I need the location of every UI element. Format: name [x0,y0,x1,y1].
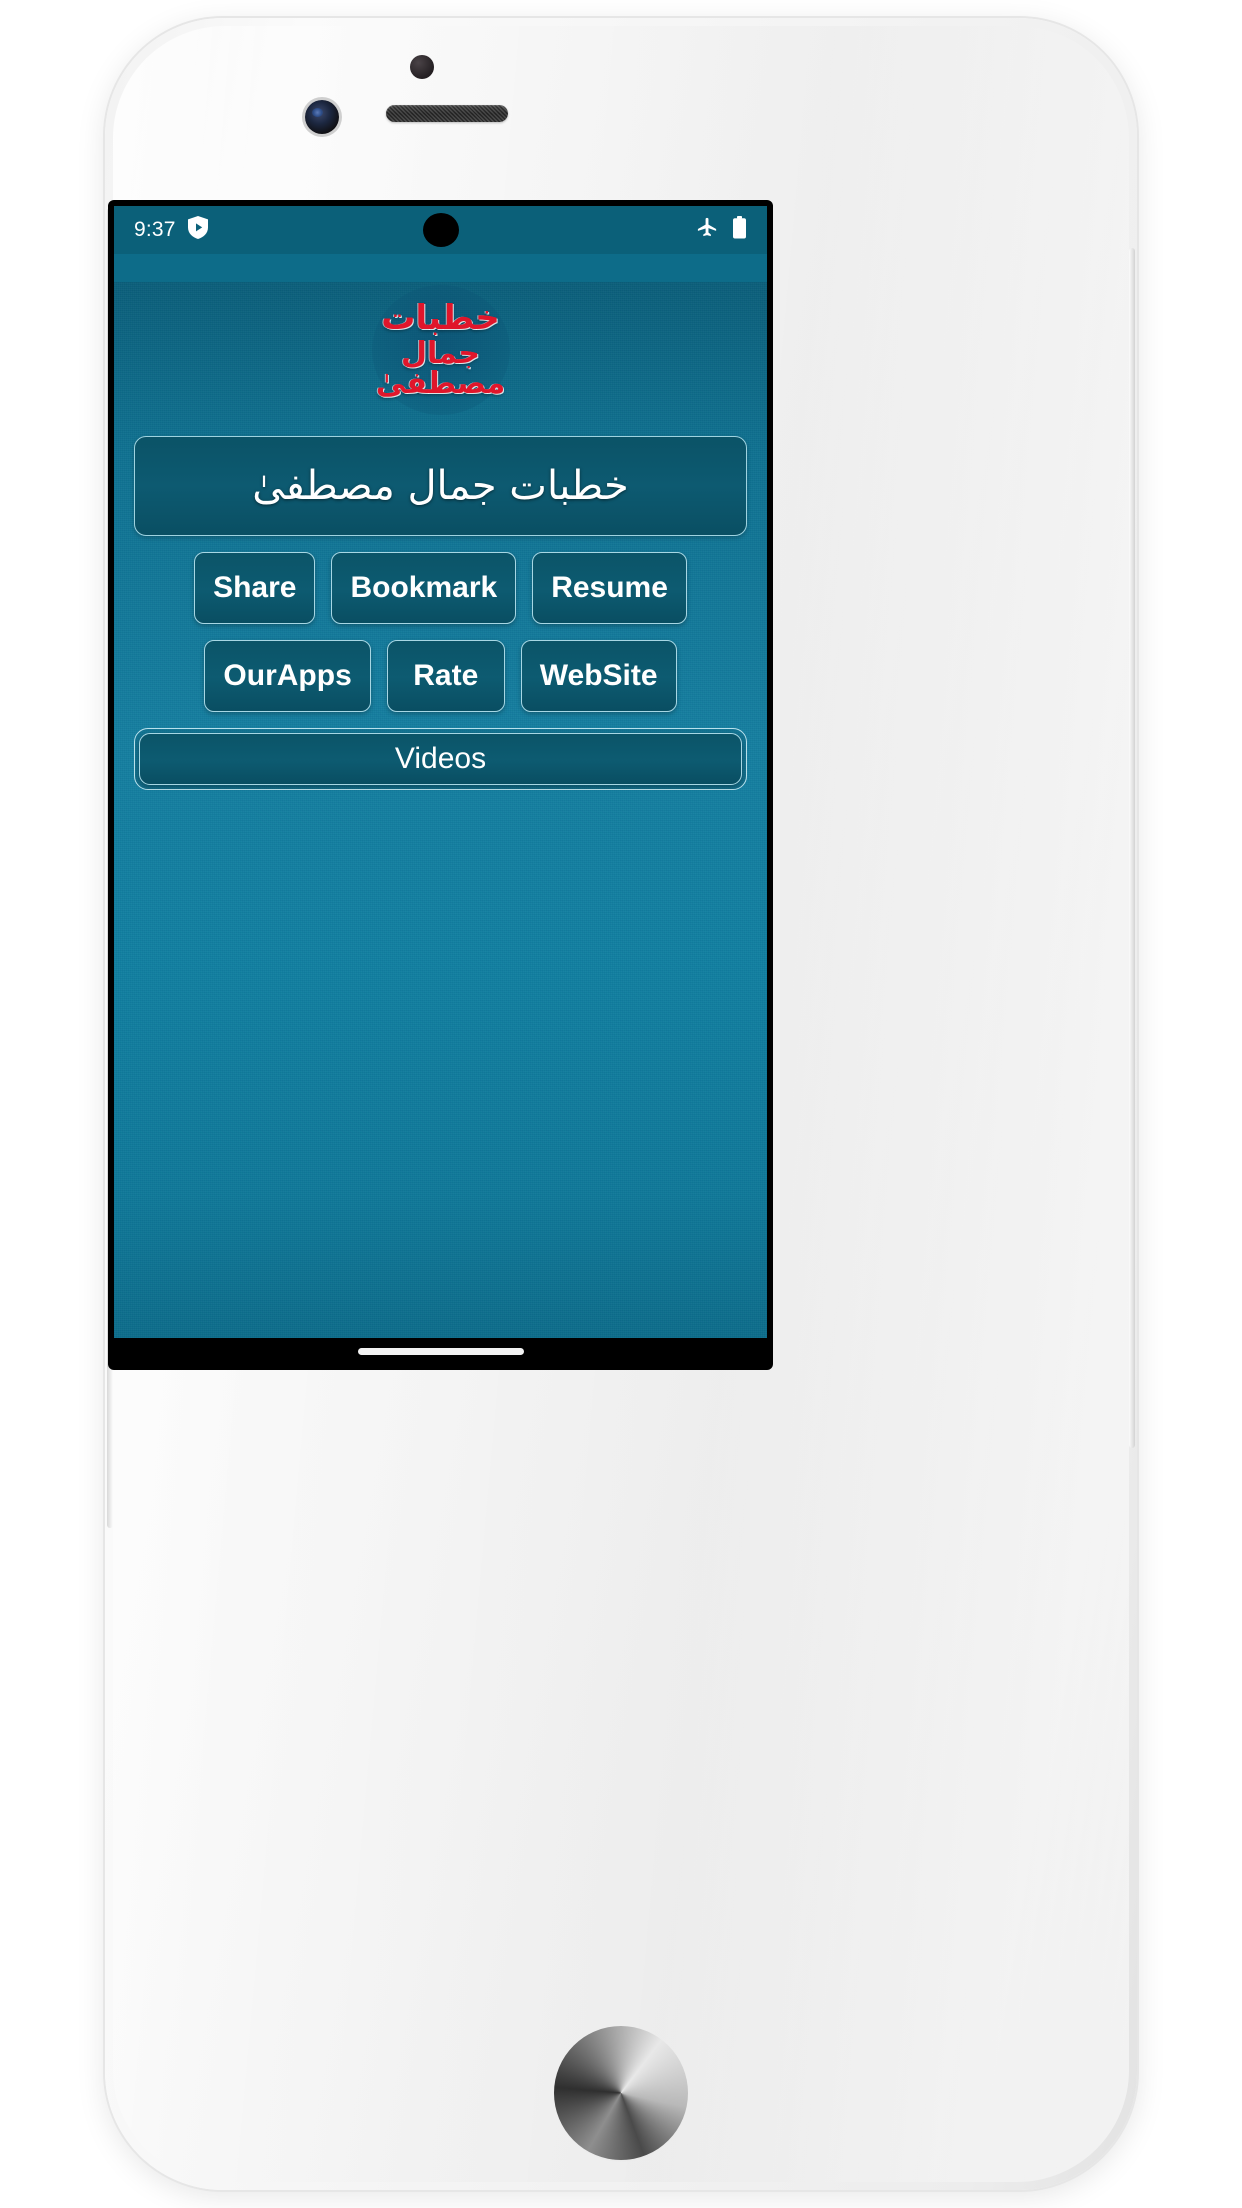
logo-line-2: جمال مصطفیٰ [375,336,506,401]
phone-edge-right [1129,248,1135,1448]
logo-calligraphy: خطبات جمال مصطفیٰ [350,301,532,399]
shield-play-icon [187,216,208,244]
status-bar-clock: 9:37 [134,218,176,241]
videos-button-frame: Videos [134,728,747,790]
resume-button[interactable]: Resume [532,552,687,624]
videos-button[interactable]: Videos [139,733,742,785]
punch-hole-camera-icon [422,213,459,247]
ourapps-button[interactable]: OurApps [204,640,371,712]
status-bar-right [696,216,747,244]
title-banner[interactable]: خطبات جمال مصطفیٰ [134,436,747,536]
share-button[interactable]: Share [194,552,316,624]
title-banner-text: خطبات جمال مصطفیٰ [252,463,629,509]
status-bar: 9:37 [114,206,767,254]
phone-screen: 9:37 خطبات جمال مصطفیٰ خطبات جمال مصطفیٰ… [114,206,767,1338]
button-row-secondary: OurApps Rate WebSite [114,640,767,712]
button-row-primary: Share Bookmark Resume [114,552,767,624]
app-logo: خطبات جمال مصطفیٰ [350,282,532,418]
earpiece-speaker-icon [386,105,508,122]
logo-line-1: خطبات [381,298,500,338]
phone-screen-frame: 9:37 خطبات جمال مصطفیٰ خطبات جمال مصطفیٰ… [108,200,773,1370]
home-button[interactable] [554,2026,688,2160]
front-camera-icon [305,100,339,134]
proximity-sensor-icon [410,55,434,79]
website-button[interactable]: WebSite [520,640,677,712]
gesture-pill-handle[interactable] [357,1347,524,1355]
app-content-area: خطبات جمال مصطفیٰ خطبات جمال مصطفیٰ Shar… [114,282,767,1338]
battery-full-icon [732,216,747,244]
rate-button[interactable]: Rate [386,640,505,712]
bookmark-button[interactable]: Bookmark [331,552,517,624]
page-root: 9:37 خطبات جمال مصطفیٰ خطبات جمال مصطفیٰ… [0,0,1242,2208]
system-navigation-bar [114,1338,767,1364]
status-bar-left: 9:37 [134,216,208,244]
airplane-mode-icon [696,216,719,244]
